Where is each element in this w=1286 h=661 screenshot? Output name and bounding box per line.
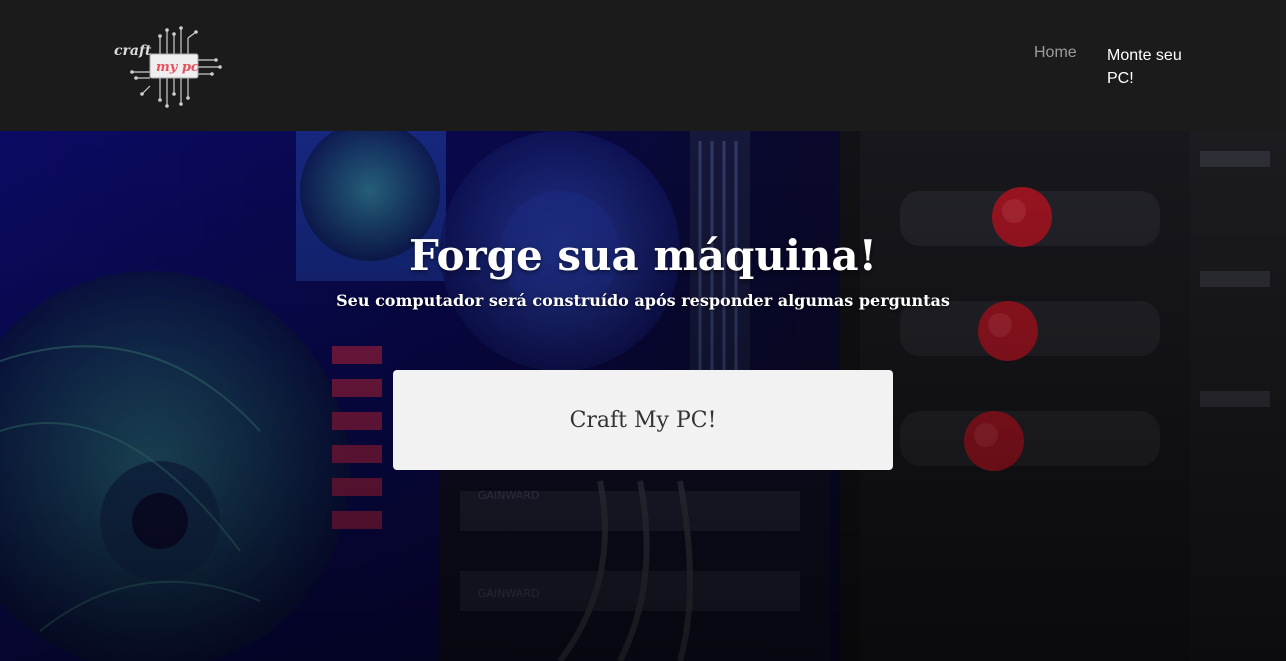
hero-title: Forge sua máquina!	[408, 231, 878, 280]
logo-text-mypc: my pc	[156, 60, 199, 75]
circuit-chip-icon: craft my pc	[114, 26, 222, 108]
logo-text-craft: craft	[114, 43, 152, 59]
nav-link-monte-seu-pc[interactable]: Monte seu PC!	[1107, 44, 1197, 90]
navbar: craft my pc Home Monte seu PC!	[0, 0, 1286, 131]
hero-subtitle: Seu computador será construído após resp…	[336, 291, 950, 310]
craft-my-pc-logo[interactable]: craft my pc	[112, 26, 222, 108]
craft-my-pc-button[interactable]: Craft My PC!	[393, 370, 893, 470]
hero-section: GAINWARD GAINWARD	[0, 131, 1286, 661]
nav-link-home[interactable]: Home	[1034, 44, 1077, 62]
